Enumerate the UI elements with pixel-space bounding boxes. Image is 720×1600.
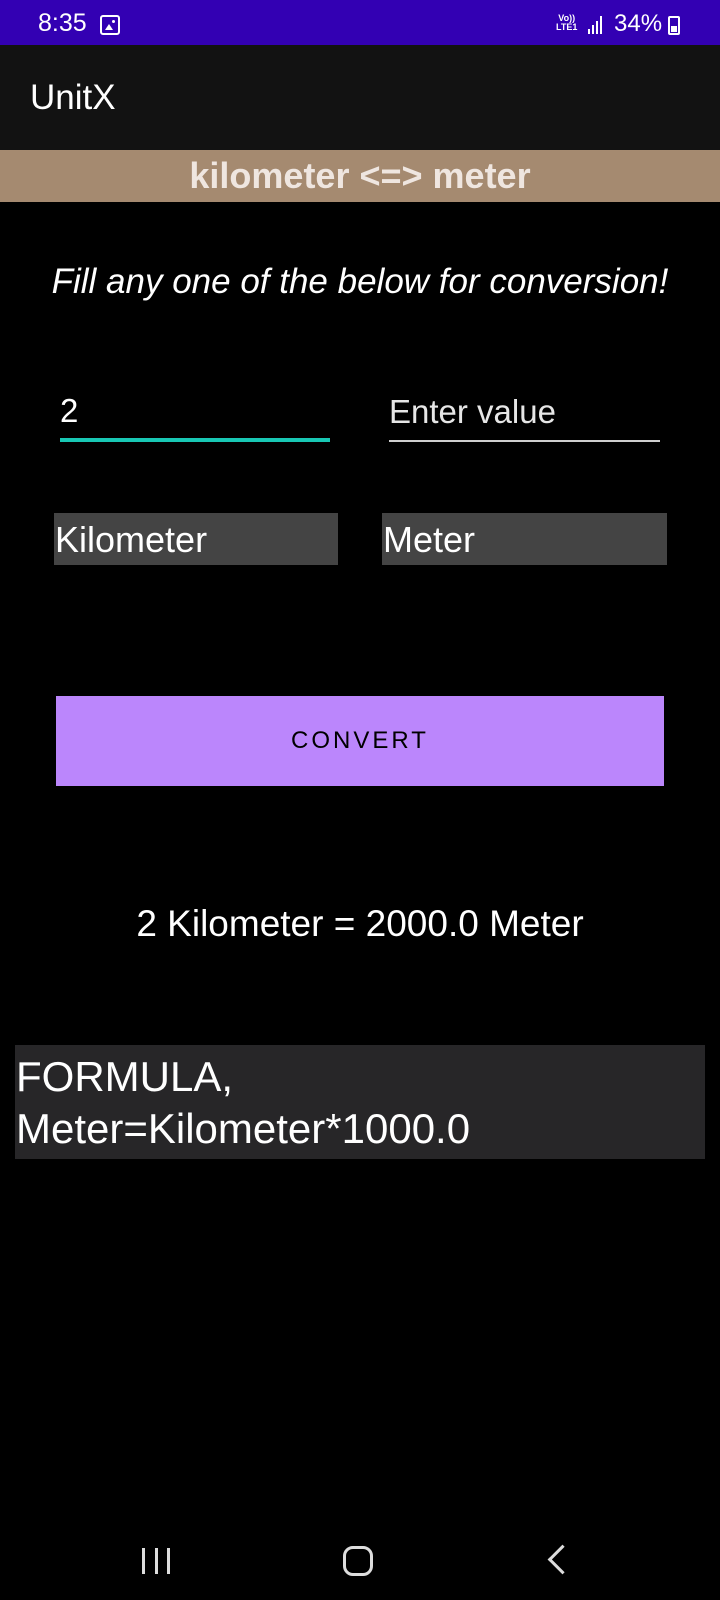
to-unit-select[interactable]: Meter (382, 513, 667, 565)
formula-heading: FORMULA, (16, 1053, 234, 1100)
to-value-input[interactable] (389, 390, 660, 442)
from-unit-select[interactable]: Kilometer (54, 513, 338, 565)
image-icon (100, 15, 120, 35)
battery-percentage: 34% (614, 10, 663, 37)
back-icon[interactable] (547, 1544, 578, 1575)
convert-button[interactable]: CONVERT (56, 696, 664, 786)
navigation-bar (0, 1520, 720, 1600)
app-title: UnitX (30, 78, 116, 117)
from-value-input[interactable] (60, 390, 330, 442)
conversion-result: 2 Kilometer = 2000.0 Meter (136, 903, 584, 944)
battery-icon (668, 16, 680, 35)
recents-icon[interactable] (142, 1548, 170, 1576)
volte-icon: Vo)) LTE1 (556, 13, 578, 32)
status-bar: 8:35 Vo)) LTE1 34% (0, 0, 720, 45)
home-icon[interactable] (343, 1546, 373, 1576)
instruction-text: Fill any one of the below for conversion… (51, 262, 669, 301)
formula-expression: Meter=Kilometer*1000.0 (16, 1105, 471, 1152)
signal-icon (588, 16, 604, 34)
formula-box: FORMULA, Meter=Kilometer*1000.0 (15, 1045, 705, 1159)
status-time: 8:35 (38, 9, 87, 37)
conversion-header: kilometer <=> meter (0, 150, 720, 202)
